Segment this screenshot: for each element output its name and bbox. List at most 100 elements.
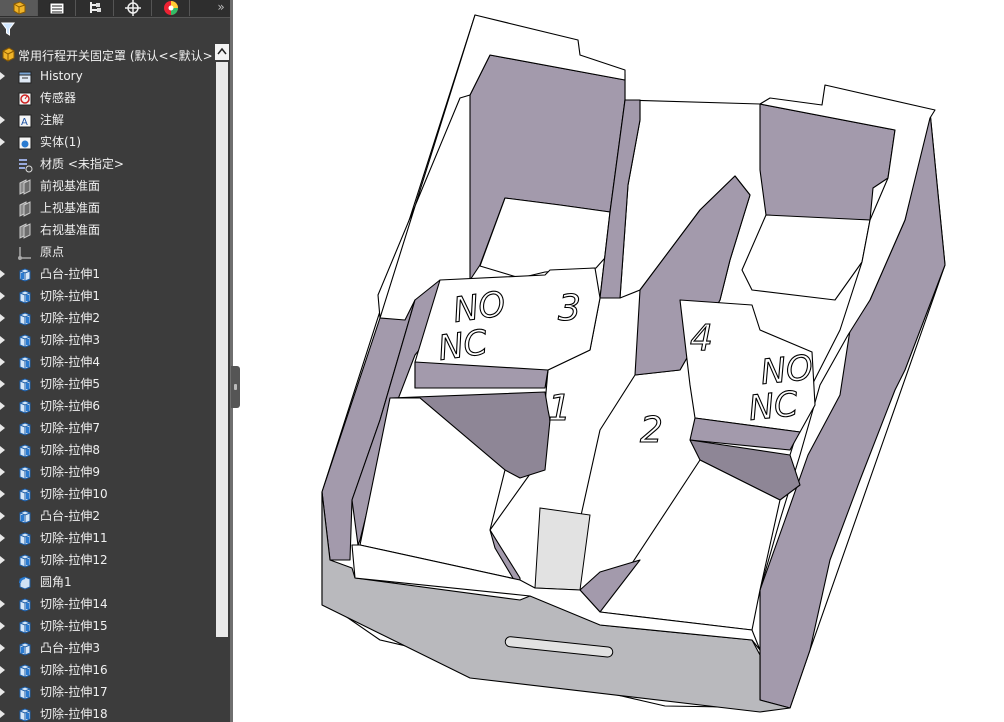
- cut-extrude-icon: [17, 707, 35, 722]
- tree-item[interactable]: 右视基准面: [0, 220, 214, 242]
- tree-item[interactable]: 切除-拉伸6: [0, 396, 214, 418]
- expand-arrow-icon[interactable]: [0, 534, 5, 542]
- expand-arrow-icon[interactable]: [0, 314, 5, 322]
- expand-arrow-icon[interactable]: [0, 424, 5, 432]
- tree-item[interactable]: 凸台-拉伸3: [0, 638, 214, 660]
- chevron-up-icon: [217, 47, 227, 55]
- tree-item-label: 切除-拉伸12: [40, 553, 108, 567]
- solid-bodies-icon: [17, 135, 35, 151]
- tree-item-label: 切除-拉伸16: [40, 663, 108, 677]
- tree-item[interactable]: 原点: [0, 242, 214, 264]
- tree-item[interactable]: 切除-拉伸1: [0, 286, 214, 308]
- tree-item-label: 切除-拉伸18: [40, 707, 108, 721]
- tree-item-label: 切除-拉伸10: [40, 487, 108, 501]
- expand-arrow-icon[interactable]: [0, 72, 5, 80]
- boss-extrude-icon: [17, 267, 35, 283]
- engraving-number-4: 4: [690, 318, 713, 359]
- part-model-3d[interactable]: .top { fill: #ffffff; stroke: #000; stro…: [233, 0, 1004, 722]
- tree-item[interactable]: History: [0, 66, 214, 88]
- sensor-icon: [17, 91, 35, 107]
- expand-arrow-icon[interactable]: [0, 292, 5, 300]
- boss-extrude-icon: [17, 509, 35, 525]
- tree-root-part[interactable]: 常用行程开关固定罩 (默认<<默认>: [0, 44, 214, 66]
- tree-item[interactable]: 切除-拉伸5: [0, 374, 214, 396]
- expand-arrow-icon[interactable]: [0, 380, 5, 388]
- tree-item[interactable]: 切除-拉伸2: [0, 308, 214, 330]
- tree-item-label: 注解: [40, 113, 65, 127]
- tree-item[interactable]: 切除-拉伸14: [0, 594, 214, 616]
- expand-arrow-icon[interactable]: [0, 358, 5, 366]
- filter-row: [0, 18, 232, 42]
- tab-display-manager[interactable]: [152, 0, 190, 16]
- tree-item[interactable]: 实体(1): [0, 132, 214, 154]
- expand-arrow-icon[interactable]: [0, 270, 5, 278]
- tab-dimxpert-manager[interactable]: [114, 0, 152, 16]
- cut-extrude-icon: [17, 377, 35, 393]
- expand-arrow-icon[interactable]: [0, 402, 5, 410]
- tree-item[interactable]: 前视基准面: [0, 176, 214, 198]
- cut-extrude-icon: [17, 355, 35, 371]
- tree-item[interactable]: 传感器: [0, 88, 214, 110]
- plane-icon: [17, 223, 35, 239]
- tab-feature-manager[interactable]: [0, 0, 38, 16]
- expand-arrow-icon[interactable]: [0, 644, 5, 652]
- expand-arrow-icon[interactable]: [0, 666, 5, 674]
- cut-extrude-icon: [17, 333, 35, 349]
- tree-item-label: 切除-拉伸9: [40, 465, 100, 479]
- tree-item[interactable]: 切除-拉伸17: [0, 682, 214, 704]
- part-name: 常用行程开关固定罩 (默认<<默认>: [18, 49, 213, 63]
- scroll-up-button[interactable]: [215, 44, 229, 60]
- expand-arrow-icon[interactable]: [0, 710, 5, 718]
- engraving-nc-left: NC: [436, 322, 491, 368]
- tree-item[interactable]: 上视基准面: [0, 198, 214, 220]
- expand-arrow-icon[interactable]: [0, 600, 5, 608]
- tree-item[interactable]: 凸台-拉伸1: [0, 264, 214, 286]
- cut-extrude-icon: [17, 531, 35, 547]
- tree-item-label: History: [40, 69, 83, 83]
- tree-item[interactable]: 切除-拉伸4: [0, 352, 214, 374]
- filter-icon[interactable]: [1, 21, 15, 37]
- tree-item[interactable]: 材质 <未指定>: [0, 154, 214, 176]
- tree-item[interactable]: 切除-拉伸3: [0, 330, 214, 352]
- expand-arrow-icon[interactable]: [0, 138, 5, 146]
- expand-arrow-icon[interactable]: [0, 336, 5, 344]
- expand-arrow-icon[interactable]: [0, 688, 5, 696]
- tabs-overflow-button[interactable]: »: [212, 0, 230, 16]
- engraving-nc-right: NC: [747, 384, 800, 429]
- tree-item[interactable]: 切除-拉伸16: [0, 660, 214, 682]
- material-icon: [17, 157, 35, 173]
- expand-arrow-icon[interactable]: [0, 622, 5, 630]
- tree-item[interactable]: 切除-拉伸15: [0, 616, 214, 638]
- tree-item-label: 切除-拉伸14: [40, 597, 108, 611]
- plane-icon: [17, 179, 35, 195]
- graphics-viewport[interactable]: .top { fill: #ffffff; stroke: #000; stro…: [233, 0, 1004, 722]
- expand-arrow-icon[interactable]: [0, 512, 5, 520]
- expand-arrow-icon[interactable]: [0, 556, 5, 564]
- expand-arrow-icon[interactable]: [0, 490, 5, 498]
- tree-item[interactable]: 圆角1: [0, 572, 214, 594]
- tree-item-label: 切除-拉伸15: [40, 619, 108, 633]
- expand-arrow-icon[interactable]: [0, 116, 5, 124]
- tree-item[interactable]: 切除-拉伸10: [0, 484, 214, 506]
- scrollbar-thumb[interactable]: [216, 62, 228, 637]
- history-icon: [17, 69, 35, 85]
- tab-property-manager[interactable]: [38, 0, 76, 16]
- part-icon: [2, 47, 15, 62]
- tree-item[interactable]: 切除-拉伸8: [0, 440, 214, 462]
- tree-item[interactable]: 切除-拉伸7: [0, 418, 214, 440]
- configuration-manager-icon: [89, 2, 101, 13]
- tree-item[interactable]: 凸台-拉伸2: [0, 506, 214, 528]
- tree-item-label: 切除-拉伸8: [40, 443, 100, 457]
- tree-item[interactable]: 切除-拉伸12: [0, 550, 214, 572]
- tree-item[interactable]: 切除-拉伸18: [0, 704, 214, 722]
- cut-extrude-icon: [17, 443, 35, 459]
- tree-item[interactable]: A 注解: [0, 110, 214, 132]
- tree-item-label: 右视基准面: [40, 223, 101, 237]
- tree-item[interactable]: 切除-拉伸11: [0, 528, 214, 550]
- tree-item[interactable]: 切除-拉伸9: [0, 462, 214, 484]
- cut-extrude-icon: [17, 399, 35, 415]
- expand-arrow-icon[interactable]: [0, 468, 5, 476]
- tab-configuration-manager[interactable]: [76, 0, 114, 16]
- expand-arrow-icon[interactable]: [0, 446, 5, 454]
- property-manager-icon: [49, 2, 64, 14]
